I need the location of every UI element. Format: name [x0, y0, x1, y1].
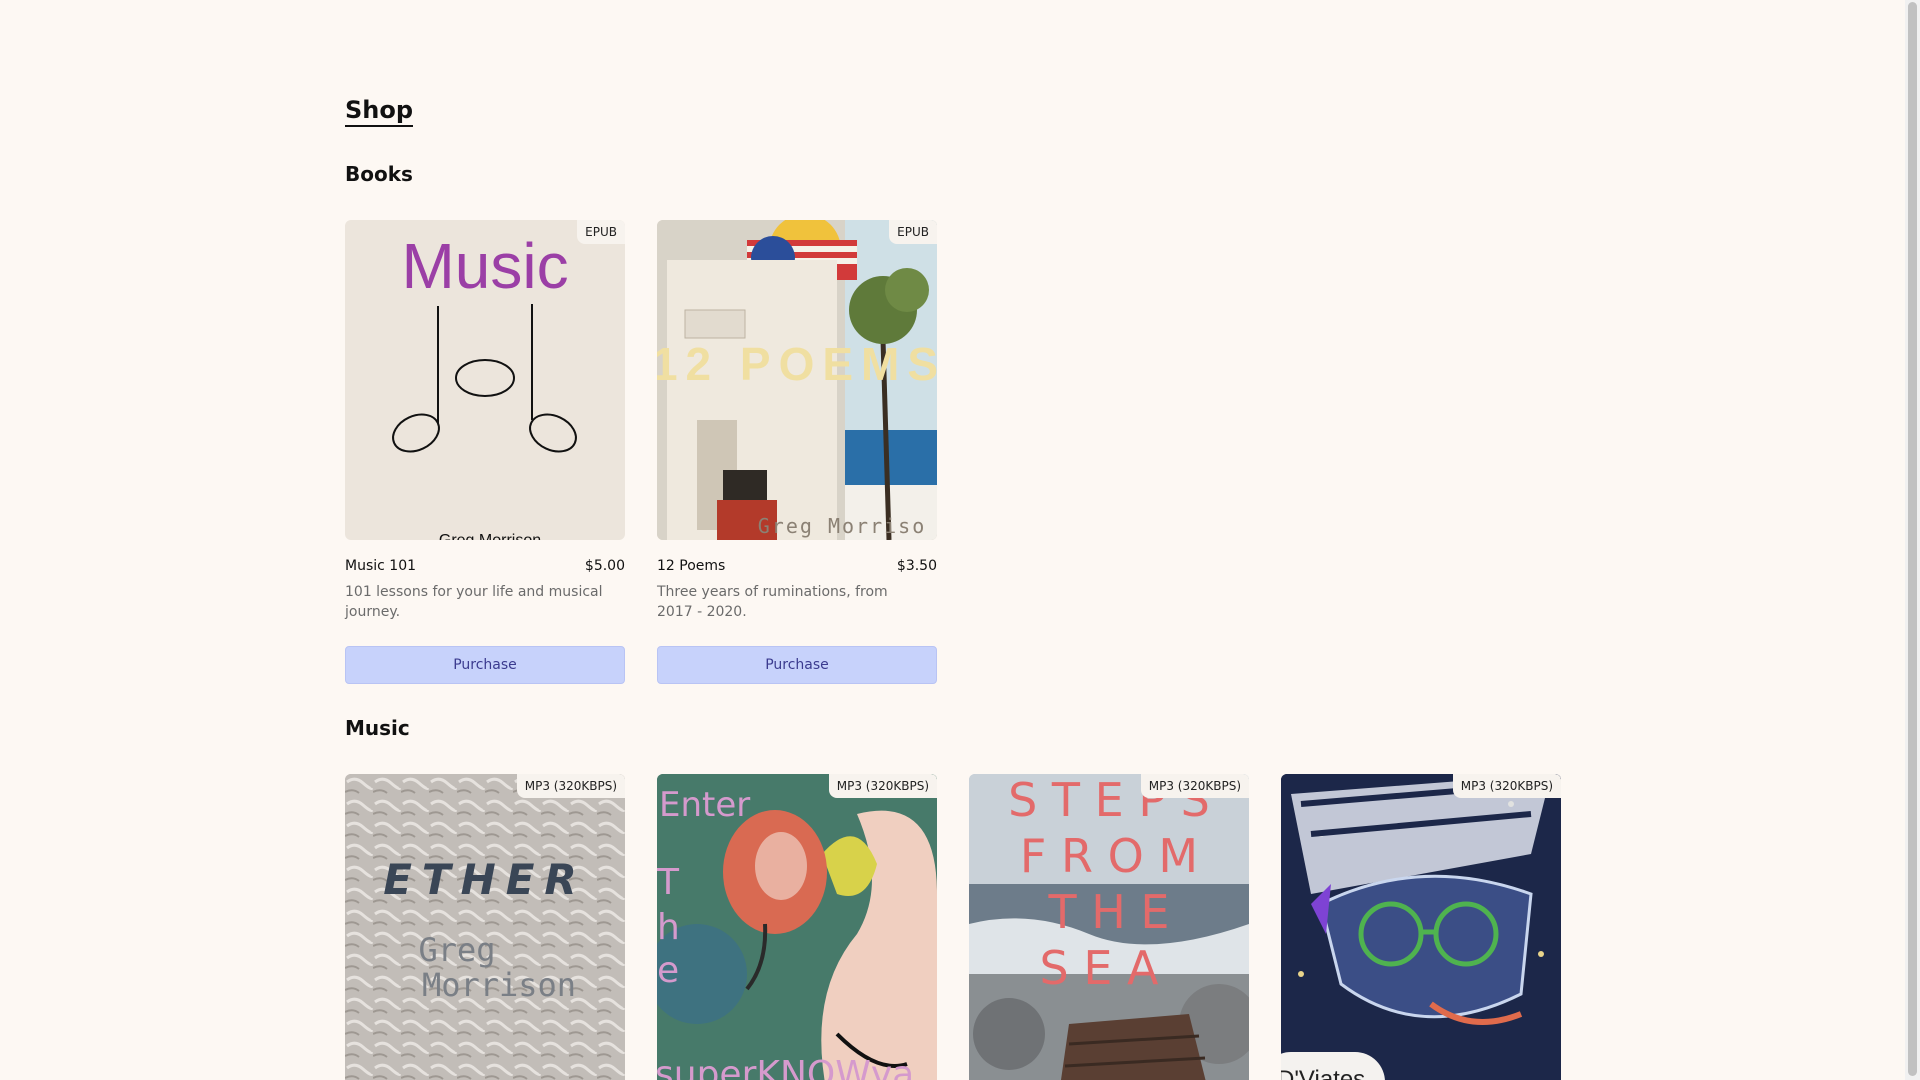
music-notes-illustration: Music Greg Morrison — [392, 230, 577, 540]
format-badge: EPUB — [577, 220, 625, 244]
cover-title: Music — [401, 230, 568, 302]
product-price: $5.00 — [584, 558, 625, 574]
album-cover-steps-from-the-sea[interactable]: S T E P S F R O M T H E S E A MP3 (320KB… — [969, 774, 1249, 1080]
cover-title: ETHER — [383, 855, 587, 904]
steps-from-the-sea-cover-art: S T E P S F R O M T H E S E A — [969, 774, 1249, 1080]
product-card-dviates: D'Viates MP3 (320KBPS) — [1281, 774, 1561, 1080]
cover-title: 12 POEMS — [657, 338, 937, 390]
cover-text-bottom: superKNOWva — [657, 1054, 914, 1080]
page-title: Shop — [345, 96, 414, 127]
cover-author-last: Morrison — [422, 966, 576, 1004]
vertical-scrollbar[interactable] — [1905, 0, 1920, 1080]
product-card-ether: ETHER Greg Morrison MP3 (320KBPS) — [345, 774, 625, 1080]
product-card-superknowva: Enter T h e superKNOWva MP3 (320KBPS) — [657, 774, 937, 1080]
cover-text-t: T — [657, 862, 680, 903]
dviates-cover-art: D'Viates — [1281, 774, 1561, 1080]
cover-author-first: Greg — [418, 931, 495, 969]
cover-text-e: e — [657, 950, 679, 991]
format-badge: MP3 (320KBPS) — [1140, 774, 1249, 798]
cover-text: D'Viates — [1281, 1066, 1365, 1080]
format-badge: MP3 (320KBPS) — [516, 774, 625, 798]
album-cover-ether[interactable]: ETHER Greg Morrison MP3 (320KBPS) — [345, 774, 625, 1080]
product-price: $3.50 — [896, 558, 937, 574]
superknowva-cover-art: Enter T h e superKNOWva — [657, 774, 937, 1080]
album-cover-superknowva[interactable]: Enter T h e superKNOWva MP3 (320KBPS) — [657, 774, 937, 1080]
product-description: Three years of ruminations, from 2017 - … — [657, 584, 888, 620]
product-card-music-101: Music Greg Morrison EPUB Music 101 $5.00… — [345, 220, 625, 684]
album-cover-dviates[interactable]: D'Viates MP3 (320KBPS) — [1281, 774, 1561, 1080]
cover-author: Greg Morriso — [758, 514, 927, 538]
cover-line-3: T H E — [1048, 885, 1170, 939]
purchase-button[interactable]: Purchase — [345, 646, 625, 684]
book-cover-music-101[interactable]: Music Greg Morrison EPUB — [345, 220, 625, 540]
cover-line-2: F R O M — [1020, 829, 1198, 883]
books-section-title: Books — [345, 162, 413, 186]
purchase-button[interactable]: Purchase — [657, 646, 937, 684]
music-section-title: Music — [345, 716, 410, 740]
format-badge: EPUB — [889, 220, 937, 244]
format-badge: MP3 (320KBPS) — [1452, 774, 1561, 798]
building-illustration: 12 POEMS Greg Morriso — [657, 220, 937, 540]
cover-line-4: S E A — [1040, 941, 1160, 995]
cover-author: Greg Morrison — [439, 532, 541, 540]
product-card-12-poems: 12 POEMS Greg Morriso EPUB 12 Poems $3.5… — [657, 220, 937, 684]
book-cover-12-poems[interactable]: 12 POEMS Greg Morriso EPUB — [657, 220, 937, 540]
cover-text-h: h — [657, 907, 680, 948]
product-name: 12 Poems — [657, 558, 726, 574]
ether-cover-art: ETHER Greg Morrison — [345, 774, 625, 1080]
product-description: 101 lessons for your life and musical jo… — [345, 584, 603, 620]
product-name: Music 101 — [345, 558, 417, 574]
format-badge: MP3 (320KBPS) — [828, 774, 937, 798]
product-card-steps-from-the-sea: S T E P S F R O M T H E S E A MP3 (320KB… — [969, 774, 1249, 1080]
cover-text-enter: Enter — [659, 785, 750, 825]
scrollbar-thumb[interactable] — [1908, 2, 1917, 1076]
